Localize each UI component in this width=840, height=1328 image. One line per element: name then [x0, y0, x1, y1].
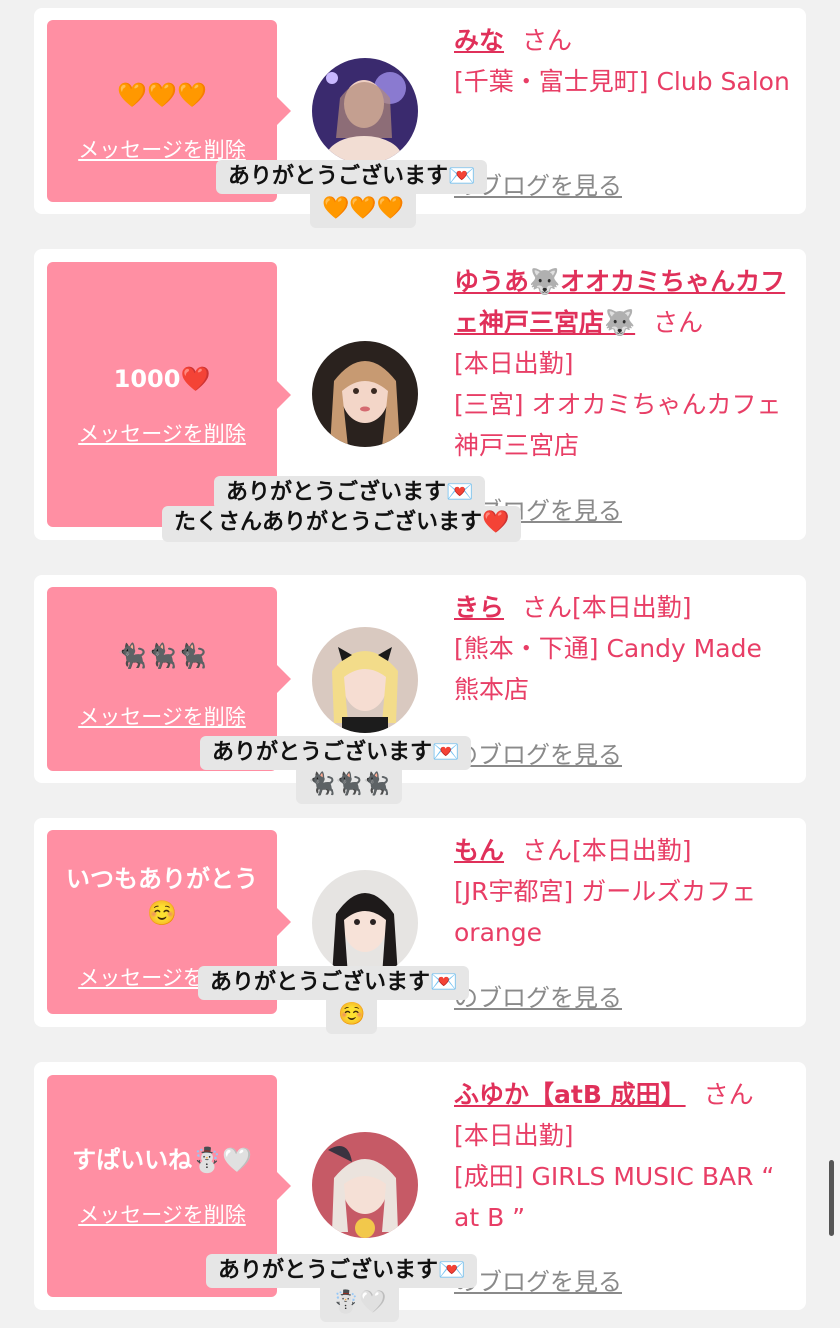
avatar[interactable] — [312, 1132, 418, 1238]
honorific: さん — [522, 836, 573, 865]
avatar[interactable] — [312, 870, 418, 976]
shop-info: [三宮] オオカミちゃんカフェ神戸三宮店 — [454, 390, 782, 460]
status-text: [本日出勤] — [454, 349, 574, 378]
honorific: さん — [522, 26, 573, 55]
reply-message-extra: 🧡🧡🧡 — [310, 194, 417, 228]
cast-name-link[interactable]: もん — [454, 836, 504, 865]
honorific: さん — [522, 593, 573, 622]
message-text: 🐈‍⬛🐈‍⬛🐈‍⬛ — [117, 642, 207, 670]
cast-info: ふゆか【atB 成田】 さん [本日出勤] [成田] GIRLS MUSIC BA… — [454, 1074, 794, 1238]
honorific: さん — [653, 308, 704, 337]
shop-info: [成田] GIRLS MUSIC BAR “ at B ” — [454, 1162, 775, 1232]
view-blog-link[interactable]: のブログを見る — [454, 1262, 622, 1297]
message-text: 🧡🧡🧡 — [117, 81, 207, 109]
delete-message-link[interactable]: メッセージを削除 — [47, 418, 277, 448]
avatar[interactable] — [312, 341, 418, 447]
view-blog-link[interactable]: のブログを見る — [454, 978, 622, 1013]
cast-name-link[interactable]: ゆうあ🐺オオカミちゃんカフェ神戸三宮店🐺 — [454, 267, 785, 337]
scrollbar[interactable] — [829, 1160, 834, 1236]
status-text: [本日出勤] — [572, 593, 692, 622]
delete-message-link[interactable]: メッセージを削除 — [47, 1199, 277, 1229]
cast-name-link[interactable]: きら — [454, 593, 504, 622]
reply-message-extra: たくさんありがとうございます❤️ — [162, 506, 522, 542]
reply-message-extra: 🐈‍⬛🐈‍⬛🐈‍⬛ — [296, 770, 403, 804]
cast-name-link[interactable]: みな — [454, 26, 504, 55]
cast-info: きら さん[本日出勤] [熊本・下通] Candy Made 熊本店 — [454, 587, 794, 710]
avatar[interactable] — [312, 627, 418, 733]
delete-message-link[interactable]: メッセージを削除 — [47, 701, 277, 731]
cast-info: ゆうあ🐺オオカミちゃんカフェ神戸三宮店🐺 さん [本日出勤] [三宮] オオカミち… — [454, 261, 794, 466]
message-text: 1000❤️ — [113, 365, 211, 393]
shop-info: [JR宇都宮] ガールズカフェ orange — [454, 877, 757, 947]
cast-info: もん さん[本日出勤] [JR宇都宮] ガールズカフェ orange — [454, 830, 794, 953]
reply-message: ありがとうございます💌 — [216, 160, 488, 194]
shop-info: [千葉・富士見町] Club Salon — [454, 67, 790, 96]
message-text: すぱいいね☃️🤍 — [72, 1146, 252, 1174]
shop-info: [熊本・下通] Candy Made 熊本店 — [454, 634, 762, 704]
status-text: [本日出勤] — [454, 1121, 574, 1150]
view-blog-link[interactable]: のブログを見る — [454, 735, 622, 770]
reply-message-extra: ☺️ — [326, 1000, 378, 1034]
avatar[interactable] — [312, 58, 418, 164]
reply-message: ありがとうございます💌 — [200, 736, 472, 770]
honorific: さん — [703, 1080, 754, 1109]
reply-message: ありがとうございます💌 — [206, 1254, 478, 1288]
cast-name-link[interactable]: ふゆか【atB 成田】 — [454, 1080, 686, 1109]
cast-info: みな さん [千葉・富士見町] Club Salon — [454, 20, 794, 102]
status-text: [本日出勤] — [572, 836, 692, 865]
reply-message: ありがとうございます💌 — [214, 476, 486, 510]
message-text: いつもありがとう☺️ — [66, 865, 258, 927]
reply-message: ありがとうございます💌 — [198, 966, 470, 1000]
reply-message-extra: ☃️🤍 — [320, 1288, 399, 1322]
